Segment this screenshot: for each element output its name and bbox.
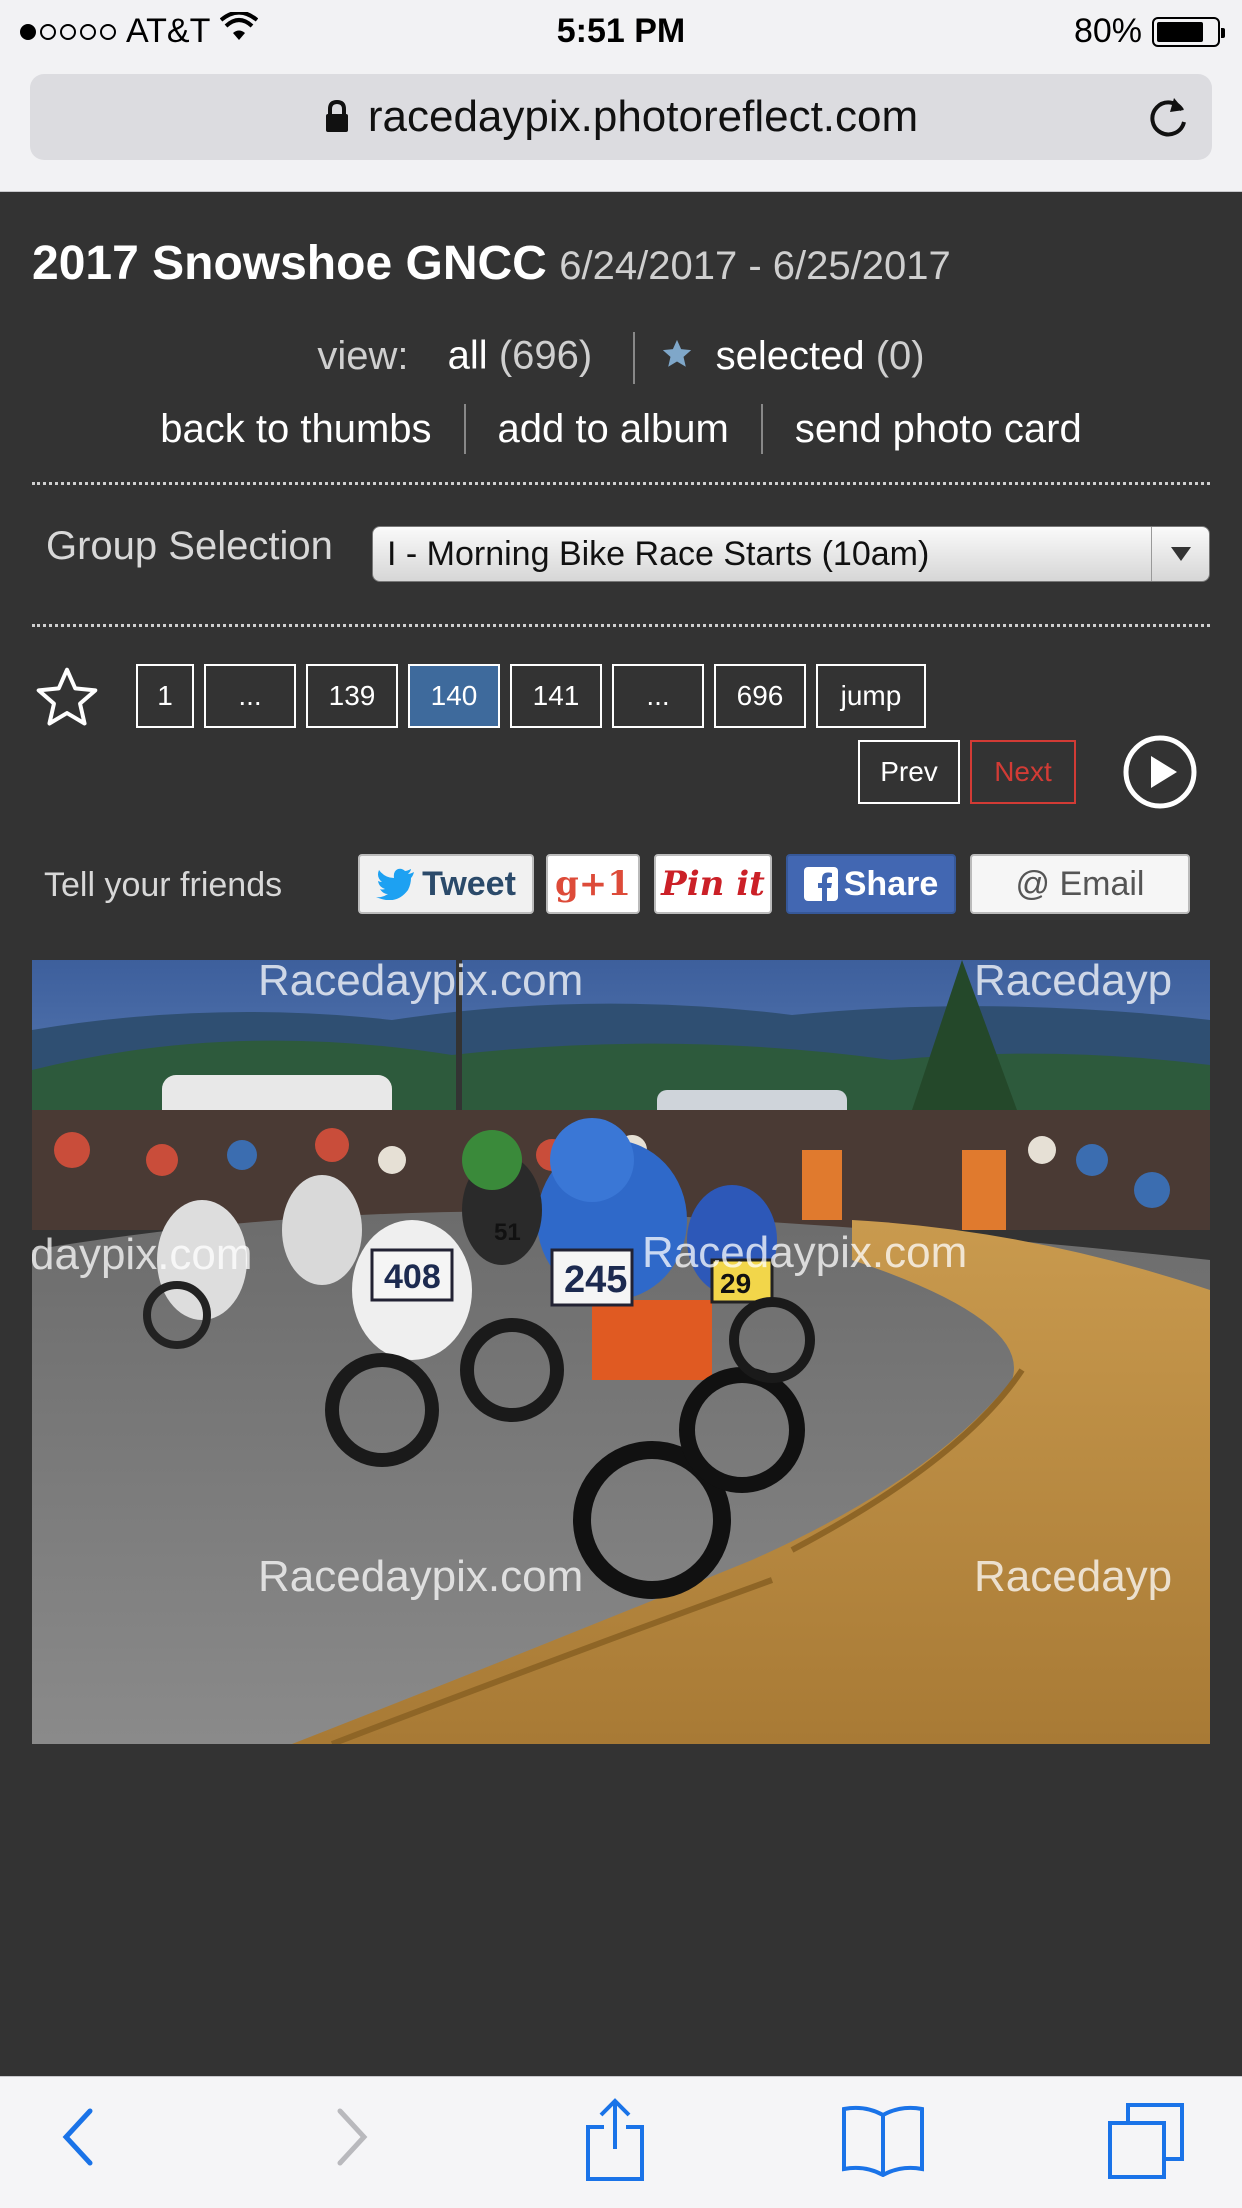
back-to-thumbs-link[interactable]: back to thumbs [128, 407, 463, 452]
facebook-icon [803, 867, 838, 901]
address-bar[interactable]: racedaypix.photoreflect.com [30, 74, 1212, 160]
twitter-bird-icon [376, 868, 416, 900]
divider [633, 332, 636, 384]
watermark-bottom-right: Racedayp [974, 1552, 1173, 1601]
google-plus-button[interactable]: g+1 [546, 854, 640, 914]
view-selected-label: selected [715, 333, 865, 378]
page-last[interactable]: 696 [714, 664, 806, 728]
tweet-button[interactable]: Tweet [358, 854, 534, 914]
page-ellipsis[interactable]: ... [612, 664, 704, 728]
race-photo-image: 408 245 51 29 [32, 960, 1210, 1744]
google-plus-label: g+1 [555, 864, 631, 904]
group-selection-value: I - Morning Bike Race Starts (10am) [387, 534, 930, 573]
watermark-left: daypix.com [32, 1230, 253, 1279]
bookmarks-icon[interactable] [840, 2105, 926, 2182]
browser-chrome: AT&T 5:51 PM 80% racedaypix.photoreflect… [0, 0, 1242, 192]
pagination: 1 ... 139 140 141 ... 696 jump [136, 664, 926, 728]
share-icon[interactable] [582, 2097, 648, 2188]
page-ellipsis[interactable]: ... [204, 664, 296, 728]
tabs-icon[interactable] [1106, 2101, 1186, 2186]
plate-245: 245 [564, 1259, 627, 1301]
view-all-count: (696) [498, 333, 593, 378]
pinterest-button[interactable]: Pin it [654, 854, 772, 914]
lock-icon [324, 100, 350, 134]
favorite-star-icon[interactable] [32, 664, 102, 737]
group-selection-dropdown[interactable]: I - Morning Bike Race Starts (10am) [372, 526, 1210, 582]
tweet-label: Tweet [422, 864, 516, 903]
page-title: 2017 Snowshoe GNCC [32, 237, 547, 290]
race-photo[interactable]: 408 245 51 29 Racedaypix.com Racedayp da… [32, 960, 1210, 1744]
battery-group: 80% [1073, 12, 1225, 51]
facebook-share-label: Share [843, 864, 939, 903]
facebook-share-button[interactable]: Share [786, 854, 956, 914]
view-selected-count: (0) [875, 333, 925, 378]
reload-icon[interactable] [1146, 92, 1192, 153]
battery-fill [1157, 21, 1204, 42]
email-button[interactable]: @ Email [970, 854, 1190, 914]
view-all-label: all [447, 333, 488, 378]
gallery-title-row: 2017 Snowshoe GNCC 6/24/2017 - 6/25/2017 [32, 236, 951, 291]
separator [32, 482, 1210, 485]
email-label: @ Email [1015, 864, 1145, 903]
page-next-number[interactable]: 141 [510, 664, 602, 728]
view-selected-link[interactable]: selected (0) [660, 333, 925, 381]
plate-408: 408 [384, 1258, 441, 1296]
prev-button[interactable]: Prev [858, 740, 960, 804]
group-selection-label: Group Selection [46, 524, 333, 568]
star-icon [660, 336, 694, 381]
back-arrow-icon[interactable] [56, 2101, 100, 2178]
watermark-top-right: Racedayp [974, 960, 1173, 1005]
battery-icon [1152, 16, 1225, 47]
view-label: view: [317, 333, 409, 378]
page-prev-number[interactable]: 139 [306, 664, 398, 728]
event-dates: 6/24/2017 - 6/25/2017 [559, 244, 951, 288]
photo-actions: back to thumbs add to album send photo c… [0, 404, 1242, 454]
view-filter: view: all (696) selected (0) [0, 332, 1242, 384]
view-all-link[interactable]: all (696) [448, 334, 604, 378]
browser-toolbar [0, 2076, 1242, 2208]
watermark-middle: Racedaypix.com [642, 1228, 968, 1277]
add-to-album-link[interactable]: add to album [466, 407, 761, 452]
battery-percent: 80% [1073, 12, 1142, 50]
tell-friends-label: Tell your friends [44, 866, 283, 904]
page-current[interactable]: 140 [408, 664, 500, 728]
pinterest-label: Pin it [661, 864, 765, 904]
plate-51: 51 [494, 1219, 521, 1246]
status-bar: AT&T 5:51 PM 80% [0, 0, 1242, 62]
jump-button[interactable]: jump [816, 664, 926, 728]
slideshow-play-icon[interactable] [1122, 734, 1198, 815]
page-first[interactable]: 1 [136, 664, 194, 728]
next-button[interactable]: Next [970, 740, 1076, 804]
url-text: racedaypix.photoreflect.com [367, 92, 919, 141]
watermark-bottom: Racedaypix.com [258, 1552, 584, 1601]
chevron-down-icon [1151, 527, 1209, 581]
clock: 5:51 PM [556, 12, 686, 50]
watermark-top: Racedaypix.com [258, 960, 584, 1005]
send-photo-card-link[interactable]: send photo card [763, 407, 1114, 452]
separator [32, 624, 1210, 627]
forward-arrow-icon[interactable] [330, 2101, 374, 2178]
